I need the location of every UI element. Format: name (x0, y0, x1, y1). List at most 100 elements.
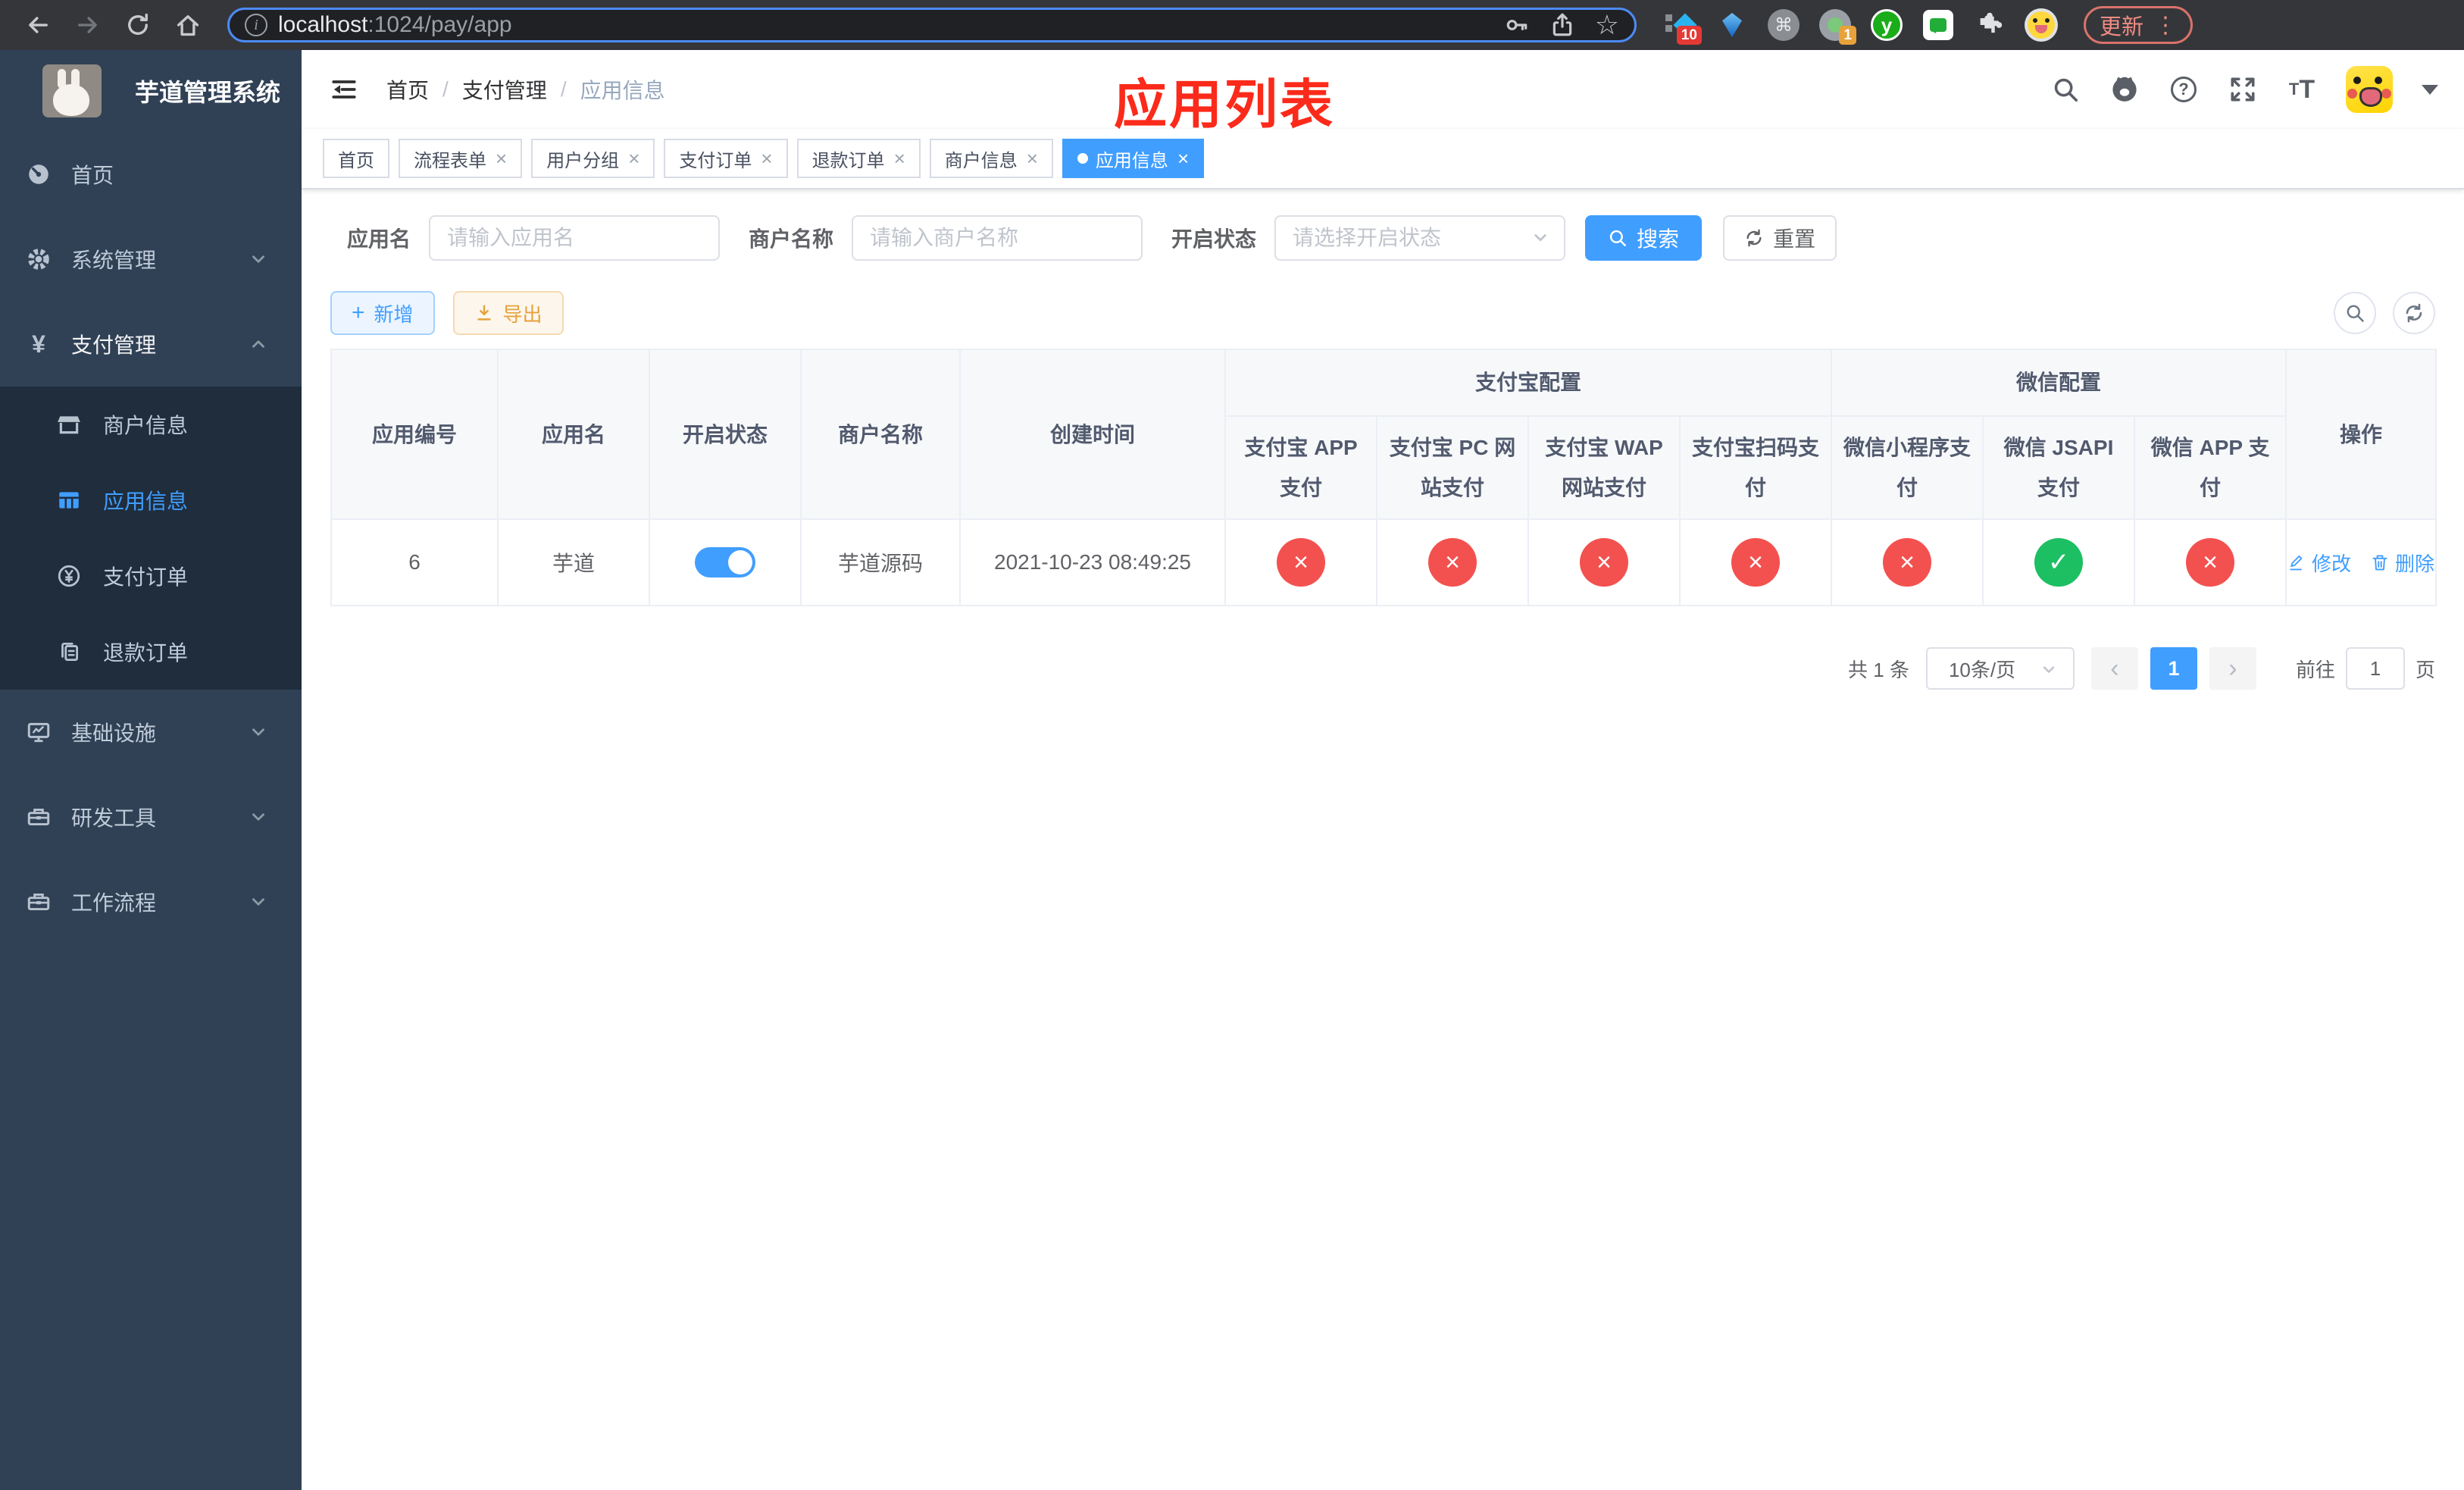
col-header-alipay-wap: 支付宝 WAP 网站支付 (1527, 415, 1681, 521)
refresh-table-button[interactable] (2393, 292, 2435, 334)
tags-view-bar: 首页 流程表单 × 用户分组 × 支付订单 × 退款订单 × 商户信息 × 应用信息 × (302, 129, 2464, 189)
sidebar-item-pay-orders[interactable]: 支付订单 (0, 538, 302, 614)
merchant-name-input[interactable] (852, 215, 1143, 261)
col-header-app-name: 应用名 (497, 348, 650, 521)
address-bar[interactable]: i localhost:1024/pay/app ☆ (227, 8, 1637, 42)
close-tab-icon[interactable]: × (496, 149, 507, 168)
prev-page-button[interactable]: ‹ (2090, 647, 2138, 690)
download-icon (477, 305, 491, 321)
chevron-down-icon (2038, 659, 2059, 680)
extension-command-icon[interactable]: ⌘ (1767, 8, 1800, 42)
tab-user-group[interactable]: 用户分组 × (531, 139, 655, 178)
tab-pay-orders[interactable]: 支付订单 × (664, 139, 788, 178)
site-info-icon[interactable]: i (245, 14, 267, 36)
tab-home[interactable]: 首页 (323, 139, 389, 178)
close-tab-icon[interactable]: × (894, 149, 905, 168)
extension-recorder-icon[interactable]: 1 (1818, 8, 1856, 45)
app-table: 应用编号 应用名 开启状态 商户名称 创建时间 支付宝配置 微信配置 操作 支付… (330, 348, 2437, 607)
browser-back-button[interactable] (17, 4, 59, 46)
page-number-1[interactable]: 1 (2150, 647, 2197, 690)
next-page-button[interactable]: › (2209, 647, 2256, 690)
avatar-caret-icon[interactable] (2422, 84, 2438, 95)
github-icon[interactable] (2109, 74, 2140, 105)
toggle-search-button[interactable] (2334, 292, 2376, 334)
extensions-puzzle-icon[interactable] (1973, 8, 2006, 42)
close-tab-icon[interactable]: × (1027, 149, 1038, 168)
browser-reload-button[interactable] (117, 4, 159, 46)
grid-table-icon (56, 487, 82, 513)
tab-merchant-info[interactable]: 商户信息 × (929, 139, 1053, 178)
yen-circle-icon (56, 563, 82, 589)
col-header-wechat-app: 微信 APP 支付 (2134, 415, 2287, 521)
font-size-icon[interactable]: TT (2287, 74, 2317, 105)
open-status-select[interactable] (1274, 215, 1566, 261)
shop-icon (56, 412, 82, 437)
browser-update-menu-button[interactable]: 更新 ⋮ (2084, 6, 2194, 44)
extension-chat-icon[interactable] (1921, 8, 1955, 42)
page-size-select[interactable]: 10条/页 (1925, 647, 2075, 690)
home-icon (177, 15, 199, 36)
help-icon[interactable]: ? (2169, 74, 2199, 105)
extension-y-icon[interactable]: y (1870, 8, 1903, 42)
app-name-input[interactable] (429, 215, 721, 261)
refresh-icon (1746, 229, 1762, 247)
chevron-down-icon (249, 249, 268, 269)
search-form: 应用名 商户名称 开启状态 搜索 重置 (347, 215, 2435, 261)
kebab-menu-icon: ⋮ (2154, 12, 2178, 38)
sidebar-item-dev-tools[interactable]: 研发工具 (0, 775, 302, 859)
breadcrumb: 首页 / 支付管理 / 应用信息 (386, 74, 665, 105)
sidebar-item-workflow[interactable]: 工作流程 (0, 859, 302, 944)
fullscreen-icon[interactable] (2228, 74, 2258, 105)
sidebar-item-app-info[interactable]: 应用信息 (0, 462, 302, 538)
close-tab-icon[interactable]: × (1177, 149, 1189, 168)
search-button[interactable]: 搜索 (1585, 215, 1703, 261)
add-button[interactable]: + 新增 (330, 291, 435, 335)
toolbox-icon (26, 804, 52, 830)
status-icon: × (1277, 538, 1325, 587)
sidebar-item-refund-orders[interactable]: 退款订单 (0, 614, 302, 690)
extension-gem-icon[interactable] (1715, 8, 1749, 42)
close-tab-icon[interactable]: × (761, 149, 772, 168)
close-tab-icon[interactable]: × (628, 149, 639, 168)
delete-link[interactable]: 删除 (2371, 549, 2434, 577)
browser-forward-button[interactable] (67, 4, 109, 46)
tab-refund-orders[interactable]: 退款订单 × (796, 139, 921, 178)
status-toggle[interactable] (695, 547, 755, 578)
search-icon[interactable] (2050, 74, 2081, 105)
tab-process-form[interactable]: 流程表单 × (399, 139, 523, 178)
main-area: 应用列表 首页 / 支付管理 / 应用信息 ? TT 首页 流程表单 × 用户分… (302, 50, 2464, 1490)
col-header-merchant: 商户名称 (800, 348, 961, 521)
edit-link[interactable]: 修改 (2287, 549, 2351, 577)
sidebar-item-system[interactable]: 系统管理 (0, 217, 302, 302)
extension-blocks-icon[interactable]: 10 (1664, 8, 1702, 45)
tab-app-info[interactable]: 应用信息 × (1062, 139, 1205, 178)
sidebar-fold-icon[interactable] (327, 73, 361, 106)
col-header-alipay-pc: 支付宝 PC 网站支付 (1376, 415, 1529, 521)
user-avatar[interactable] (2346, 66, 2393, 113)
breadcrumb-payment[interactable]: 支付管理 (462, 74, 547, 105)
sidebar-item-merchant-info[interactable]: 商户信息 (0, 387, 302, 462)
cell-create-time: 2021-10-23 08:49:25 (959, 518, 1226, 607)
profile-emoji-icon[interactable] (2025, 8, 2058, 42)
pagination: 共 1 条 10条/页 ‹ 1 › 前往 页 (330, 647, 2435, 690)
reset-button[interactable]: 重置 (1723, 215, 1837, 261)
export-button[interactable]: 导出 (452, 291, 564, 335)
password-key-icon[interactable] (1504, 12, 1530, 38)
sidebar-item-home[interactable]: 首页 (0, 132, 302, 217)
sidebar-item-payment[interactable]: ¥ 支付管理 (0, 302, 302, 387)
share-icon[interactable] (1549, 12, 1575, 38)
breadcrumb-home[interactable]: 首页 (386, 74, 429, 105)
sidebar-item-infrastructure[interactable]: 基础设施 (0, 690, 302, 775)
goto-page-input[interactable] (2345, 647, 2405, 690)
browser-extensions: 10 ⌘ 1 y (1664, 8, 2058, 45)
pencil-icon (2290, 556, 2303, 571)
browser-home-button[interactable] (167, 4, 209, 46)
goto-label: 前往 (2295, 658, 2335, 681)
table-toolbar: + 新增 导出 (330, 291, 2435, 335)
cell-app-id: 6 (330, 518, 499, 607)
bookmark-star-icon[interactable]: ☆ (1595, 11, 1619, 39)
app-logo[interactable]: 芋道管理系统 (0, 50, 302, 132)
col-header-wechat-jsapi: 微信 JSAPI 支付 (1982, 415, 2136, 521)
col-header-alipay-app: 支付宝 APP 支付 (1224, 415, 1377, 521)
status-icon: × (1580, 538, 1628, 587)
